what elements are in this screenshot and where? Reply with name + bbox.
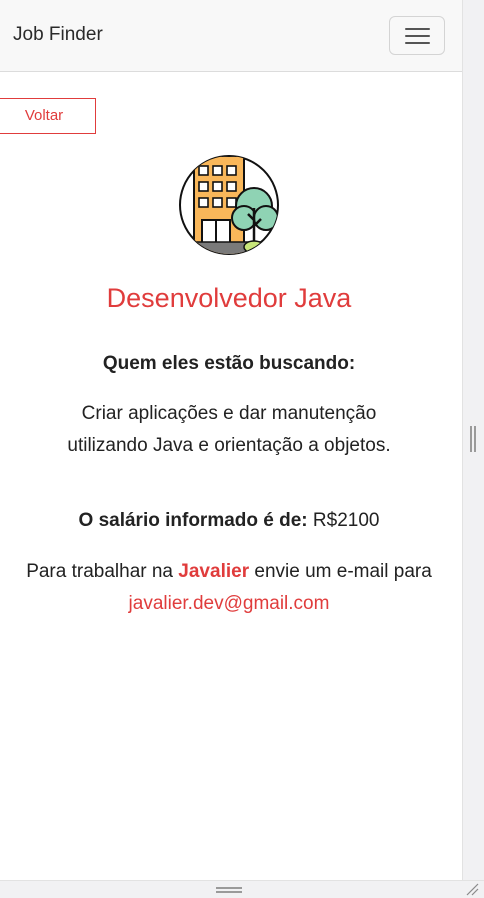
company-building-tree-icon bbox=[179, 155, 279, 255]
hamburger-menu-icon bbox=[405, 28, 430, 30]
contact-line: Para trabalhar na Javalier envie um e-ma… bbox=[20, 556, 438, 620]
job-title: Desenvolvedor Java bbox=[106, 283, 352, 313]
navbar: Job Finder bbox=[0, 0, 462, 72]
contact-prefix: Para trabalhar na bbox=[26, 561, 174, 582]
vertical-resize-grip-icon[interactable] bbox=[470, 426, 476, 452]
horizontal-scrollbar[interactable] bbox=[0, 880, 484, 898]
salary-label: O salário informado é de: bbox=[78, 510, 308, 531]
contact-middle: envie um e-mail para bbox=[254, 561, 432, 582]
salary-line: O salário informado é de: R$2100 bbox=[0, 510, 458, 532]
horizontal-resize-grip-icon[interactable] bbox=[216, 887, 242, 893]
hamburger-menu-icon bbox=[405, 35, 430, 37]
resize-corner-icon[interactable] bbox=[465, 882, 479, 896]
navbar-toggle-button[interactable] bbox=[389, 16, 445, 55]
job-description: Criar aplicações e dar manutenção utiliz… bbox=[67, 403, 391, 456]
company-name: Javalier bbox=[178, 561, 250, 582]
back-button[interactable]: Voltar bbox=[0, 98, 96, 134]
page-viewport: Job Finder Voltar Desenvolvedor Java Que… bbox=[0, 0, 462, 880]
looking-for-label: Quem eles estão buscando: bbox=[102, 353, 356, 374]
hamburger-menu-icon bbox=[405, 42, 430, 44]
navbar-brand[interactable]: Job Finder bbox=[13, 24, 103, 46]
salary-value: R$2100 bbox=[312, 510, 380, 531]
contact-email-link[interactable]: javalier.dev@gmail.com bbox=[129, 593, 330, 614]
